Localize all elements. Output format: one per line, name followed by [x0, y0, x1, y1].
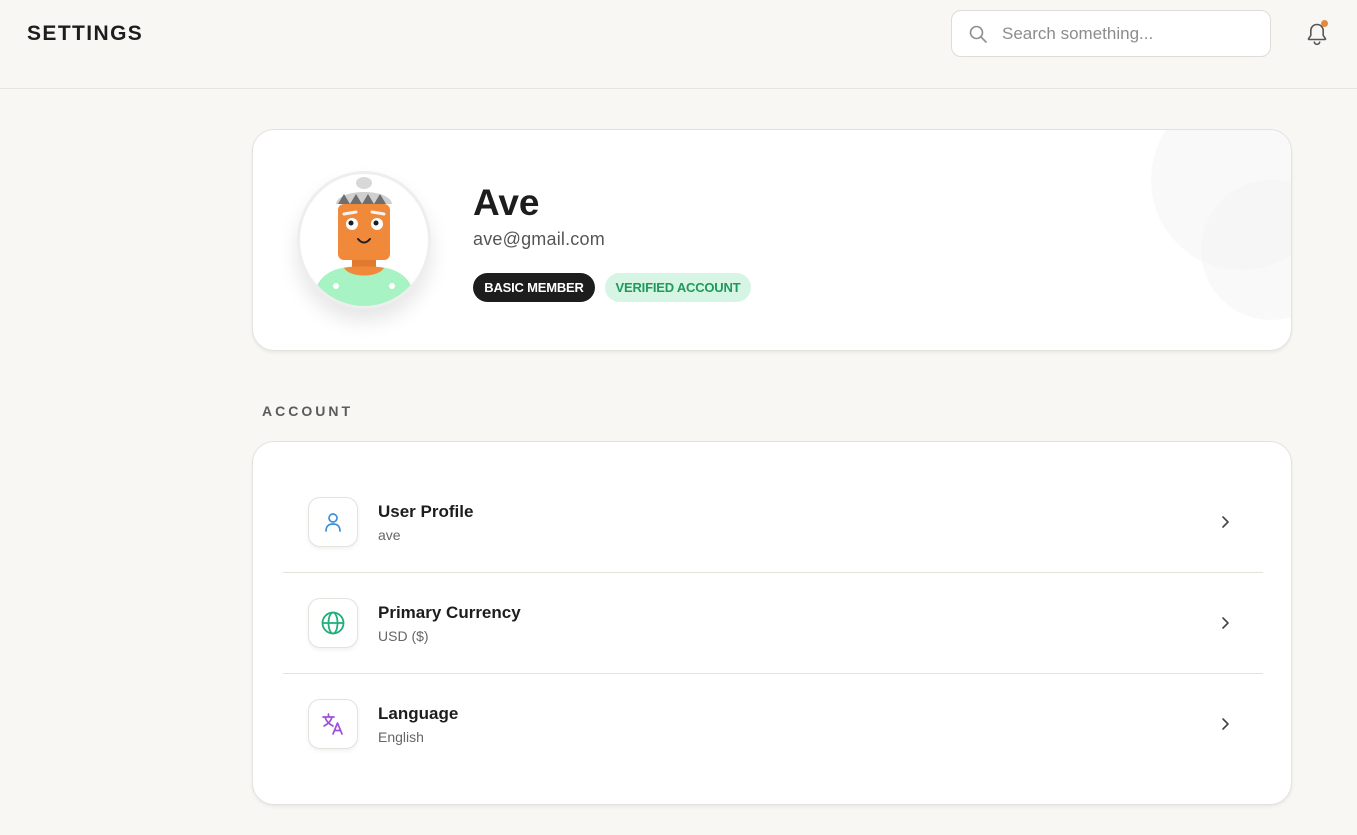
- translate-icon: [322, 713, 343, 735]
- search-box[interactable]: [951, 10, 1271, 57]
- search-icon: [969, 25, 987, 43]
- settings-row-user-profile[interactable]: User Profile ave: [283, 472, 1263, 573]
- chevron-right-icon: [1222, 617, 1229, 629]
- globe-icon: [321, 611, 345, 635]
- user-name: Ave: [473, 182, 540, 223]
- row-title: User Profile: [378, 502, 474, 521]
- profile-card: Ave ave@gmail.com BASIC MEMBER VERIFIED …: [252, 129, 1292, 351]
- avatar[interactable]: [297, 171, 431, 309]
- top-bar: SETTINGS: [0, 0, 1357, 89]
- globe-icon-tile: [308, 598, 358, 648]
- settings-row-language[interactable]: Language English: [283, 674, 1263, 775]
- page-title: SETTINGS: [27, 22, 144, 45]
- row-title: Language: [378, 704, 459, 723]
- translate-icon-tile: [308, 699, 358, 749]
- row-subtitle: USD ($): [378, 628, 429, 644]
- notification-dot: [1321, 20, 1328, 27]
- membership-badge: BASIC MEMBER: [473, 273, 595, 302]
- section-label-account: ACCOUNT: [262, 403, 353, 419]
- settings-row-primary-currency[interactable]: Primary Currency USD ($): [283, 573, 1263, 674]
- user-icon-tile: [308, 497, 358, 547]
- search-input[interactable]: [1002, 19, 1257, 49]
- decorative-background: [1151, 130, 1291, 320]
- chevron-right-icon: [1222, 516, 1229, 528]
- verified-badge: VERIFIED ACCOUNT: [605, 273, 751, 302]
- row-subtitle: English: [378, 729, 424, 745]
- avatar-illustration: [314, 177, 414, 306]
- row-subtitle: ave: [378, 527, 401, 543]
- user-icon: [325, 513, 341, 532]
- account-settings-card: User Profile ave Primary Currency USD ($…: [252, 441, 1292, 805]
- user-email: ave@gmail.com: [473, 229, 605, 249]
- chevron-right-icon: [1222, 718, 1229, 730]
- row-title: Primary Currency: [378, 603, 521, 622]
